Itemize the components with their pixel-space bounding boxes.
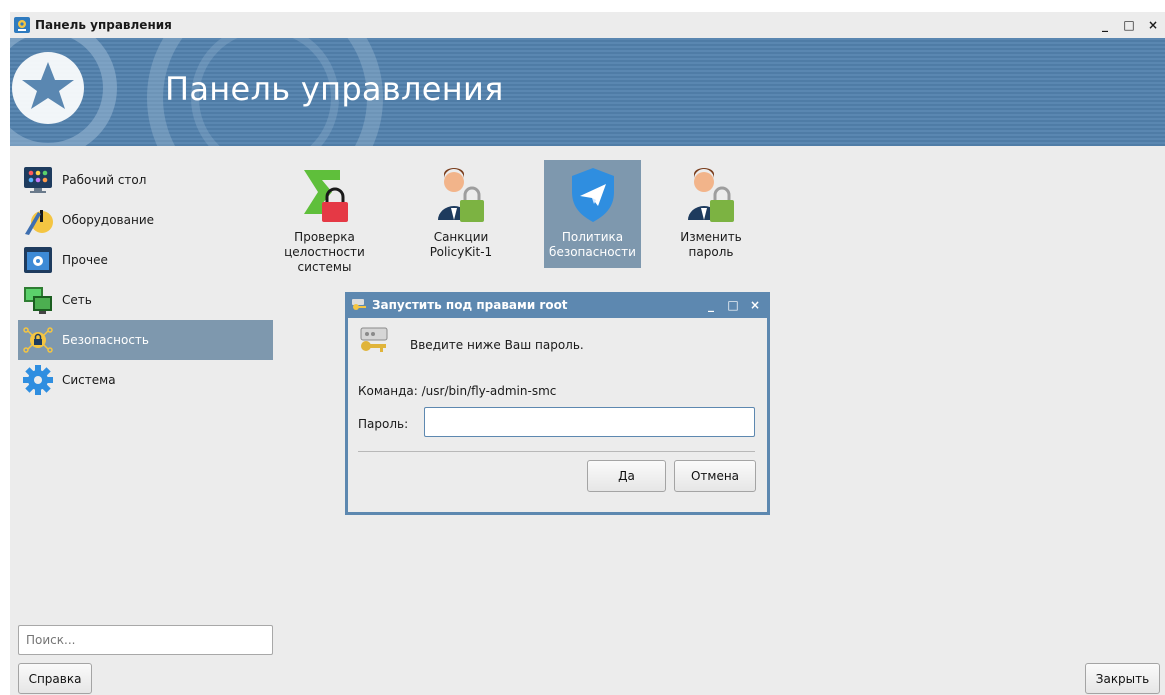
- sidebar-item-security[interactable]: Безопасность: [18, 320, 273, 360]
- dialog-separator: [358, 451, 755, 452]
- key-icon: [352, 299, 366, 310]
- maximize-button[interactable]: □: [1117, 18, 1141, 32]
- sidebar-item-label: Рабочий стол: [62, 173, 147, 187]
- sidebar-item-desktop[interactable]: Рабочий стол: [18, 160, 273, 200]
- close-button[interactable]: ×: [1141, 18, 1165, 32]
- dialog-body: Введите ниже Ваш пароль. Команда: /usr/b…: [348, 318, 767, 512]
- control-panel-app-icon: [14, 17, 30, 33]
- search-input[interactable]: [18, 625, 273, 655]
- minimize-button[interactable]: _: [1093, 18, 1117, 32]
- sidebar-item-label: Система: [62, 373, 116, 387]
- dialog-controls: _ □ ×: [700, 292, 766, 318]
- command-value: /usr/bin/fly-admin-smc: [421, 384, 557, 398]
- window-controls: _ □ ×: [1093, 12, 1165, 38]
- hardware-icon: [25, 210, 53, 235]
- user-lock-icon: [688, 168, 734, 222]
- sidebar-item-label: Безопасность: [62, 333, 149, 347]
- sidebar-item-other[interactable]: Прочее: [18, 240, 273, 280]
- shield-plane-icon: [572, 168, 614, 222]
- dialog-maximize-button[interactable]: □: [722, 298, 744, 312]
- banner-title: Панель управления: [165, 70, 504, 108]
- help-button[interactable]: Справка: [18, 663, 92, 694]
- root-auth-dialog: Запустить под правами root _ □ × Введите…: [345, 292, 770, 515]
- tile-label: Санкции PolicyKit-1: [429, 230, 493, 259]
- tile-change-password[interactable]: Изменить пароль: [656, 160, 766, 268]
- tile-label: Проверка целостности системы: [284, 230, 365, 274]
- tile-policykit[interactable]: Санкции PolicyKit-1: [406, 160, 516, 268]
- cancel-button[interactable]: Отмена: [674, 460, 756, 492]
- sidebar-item-label: Оборудование: [62, 213, 154, 227]
- sigma-lock-icon: [304, 170, 348, 222]
- window-title: Панель управления: [35, 18, 172, 32]
- keys-icon: [360, 327, 388, 352]
- window-titlebar[interactable]: Панель управления _ □ ×: [10, 12, 1165, 38]
- tile-integrity-check[interactable]: Проверка целостности системы: [276, 160, 373, 274]
- password-prompt: Введите ниже Ваш пароль.: [410, 338, 584, 352]
- dialog-title: Запустить под правами root: [372, 298, 568, 312]
- sidebar-item-label: Прочее: [62, 253, 108, 267]
- command-line: Команда: /usr/bin/fly-admin-smc: [358, 384, 556, 398]
- dialog-minimize-button[interactable]: _: [700, 298, 722, 312]
- tile-security-policy[interactable]: Политика безопасности: [544, 160, 641, 268]
- password-input[interactable]: [424, 407, 755, 437]
- password-label: Пароль:: [358, 417, 409, 431]
- tile-label: Изменить пароль: [680, 230, 742, 259]
- sidebar-item-system[interactable]: Система: [18, 360, 273, 400]
- sidebar-item-hardware[interactable]: Оборудование: [18, 200, 273, 240]
- security-icon: [23, 327, 53, 353]
- command-label: Команда:: [358, 384, 418, 398]
- dialog-titlebar[interactable]: Запустить под правами root _ □ ×: [345, 292, 770, 318]
- other-icon: [24, 247, 52, 273]
- network-icon: [24, 287, 52, 314]
- ok-button[interactable]: Да: [587, 460, 666, 492]
- desktop-icon: [24, 167, 52, 193]
- tile-label: Политика безопасности: [549, 230, 636, 259]
- control-panel-window: Панель управления _ □ × Панель управлени…: [10, 12, 1165, 695]
- user-lock-icon: [438, 168, 484, 222]
- close-window-button[interactable]: Закрыть: [1085, 663, 1160, 694]
- category-sidebar: Рабочий стол Оборудование Прочее Сеть Бе…: [18, 158, 273, 618]
- dialog-close-button[interactable]: ×: [744, 298, 766, 312]
- sidebar-item-network[interactable]: Сеть: [18, 280, 273, 320]
- sidebar-item-label: Сеть: [62, 293, 92, 307]
- banner: Панель управления: [10, 38, 1165, 146]
- system-gear-icon: [23, 365, 53, 395]
